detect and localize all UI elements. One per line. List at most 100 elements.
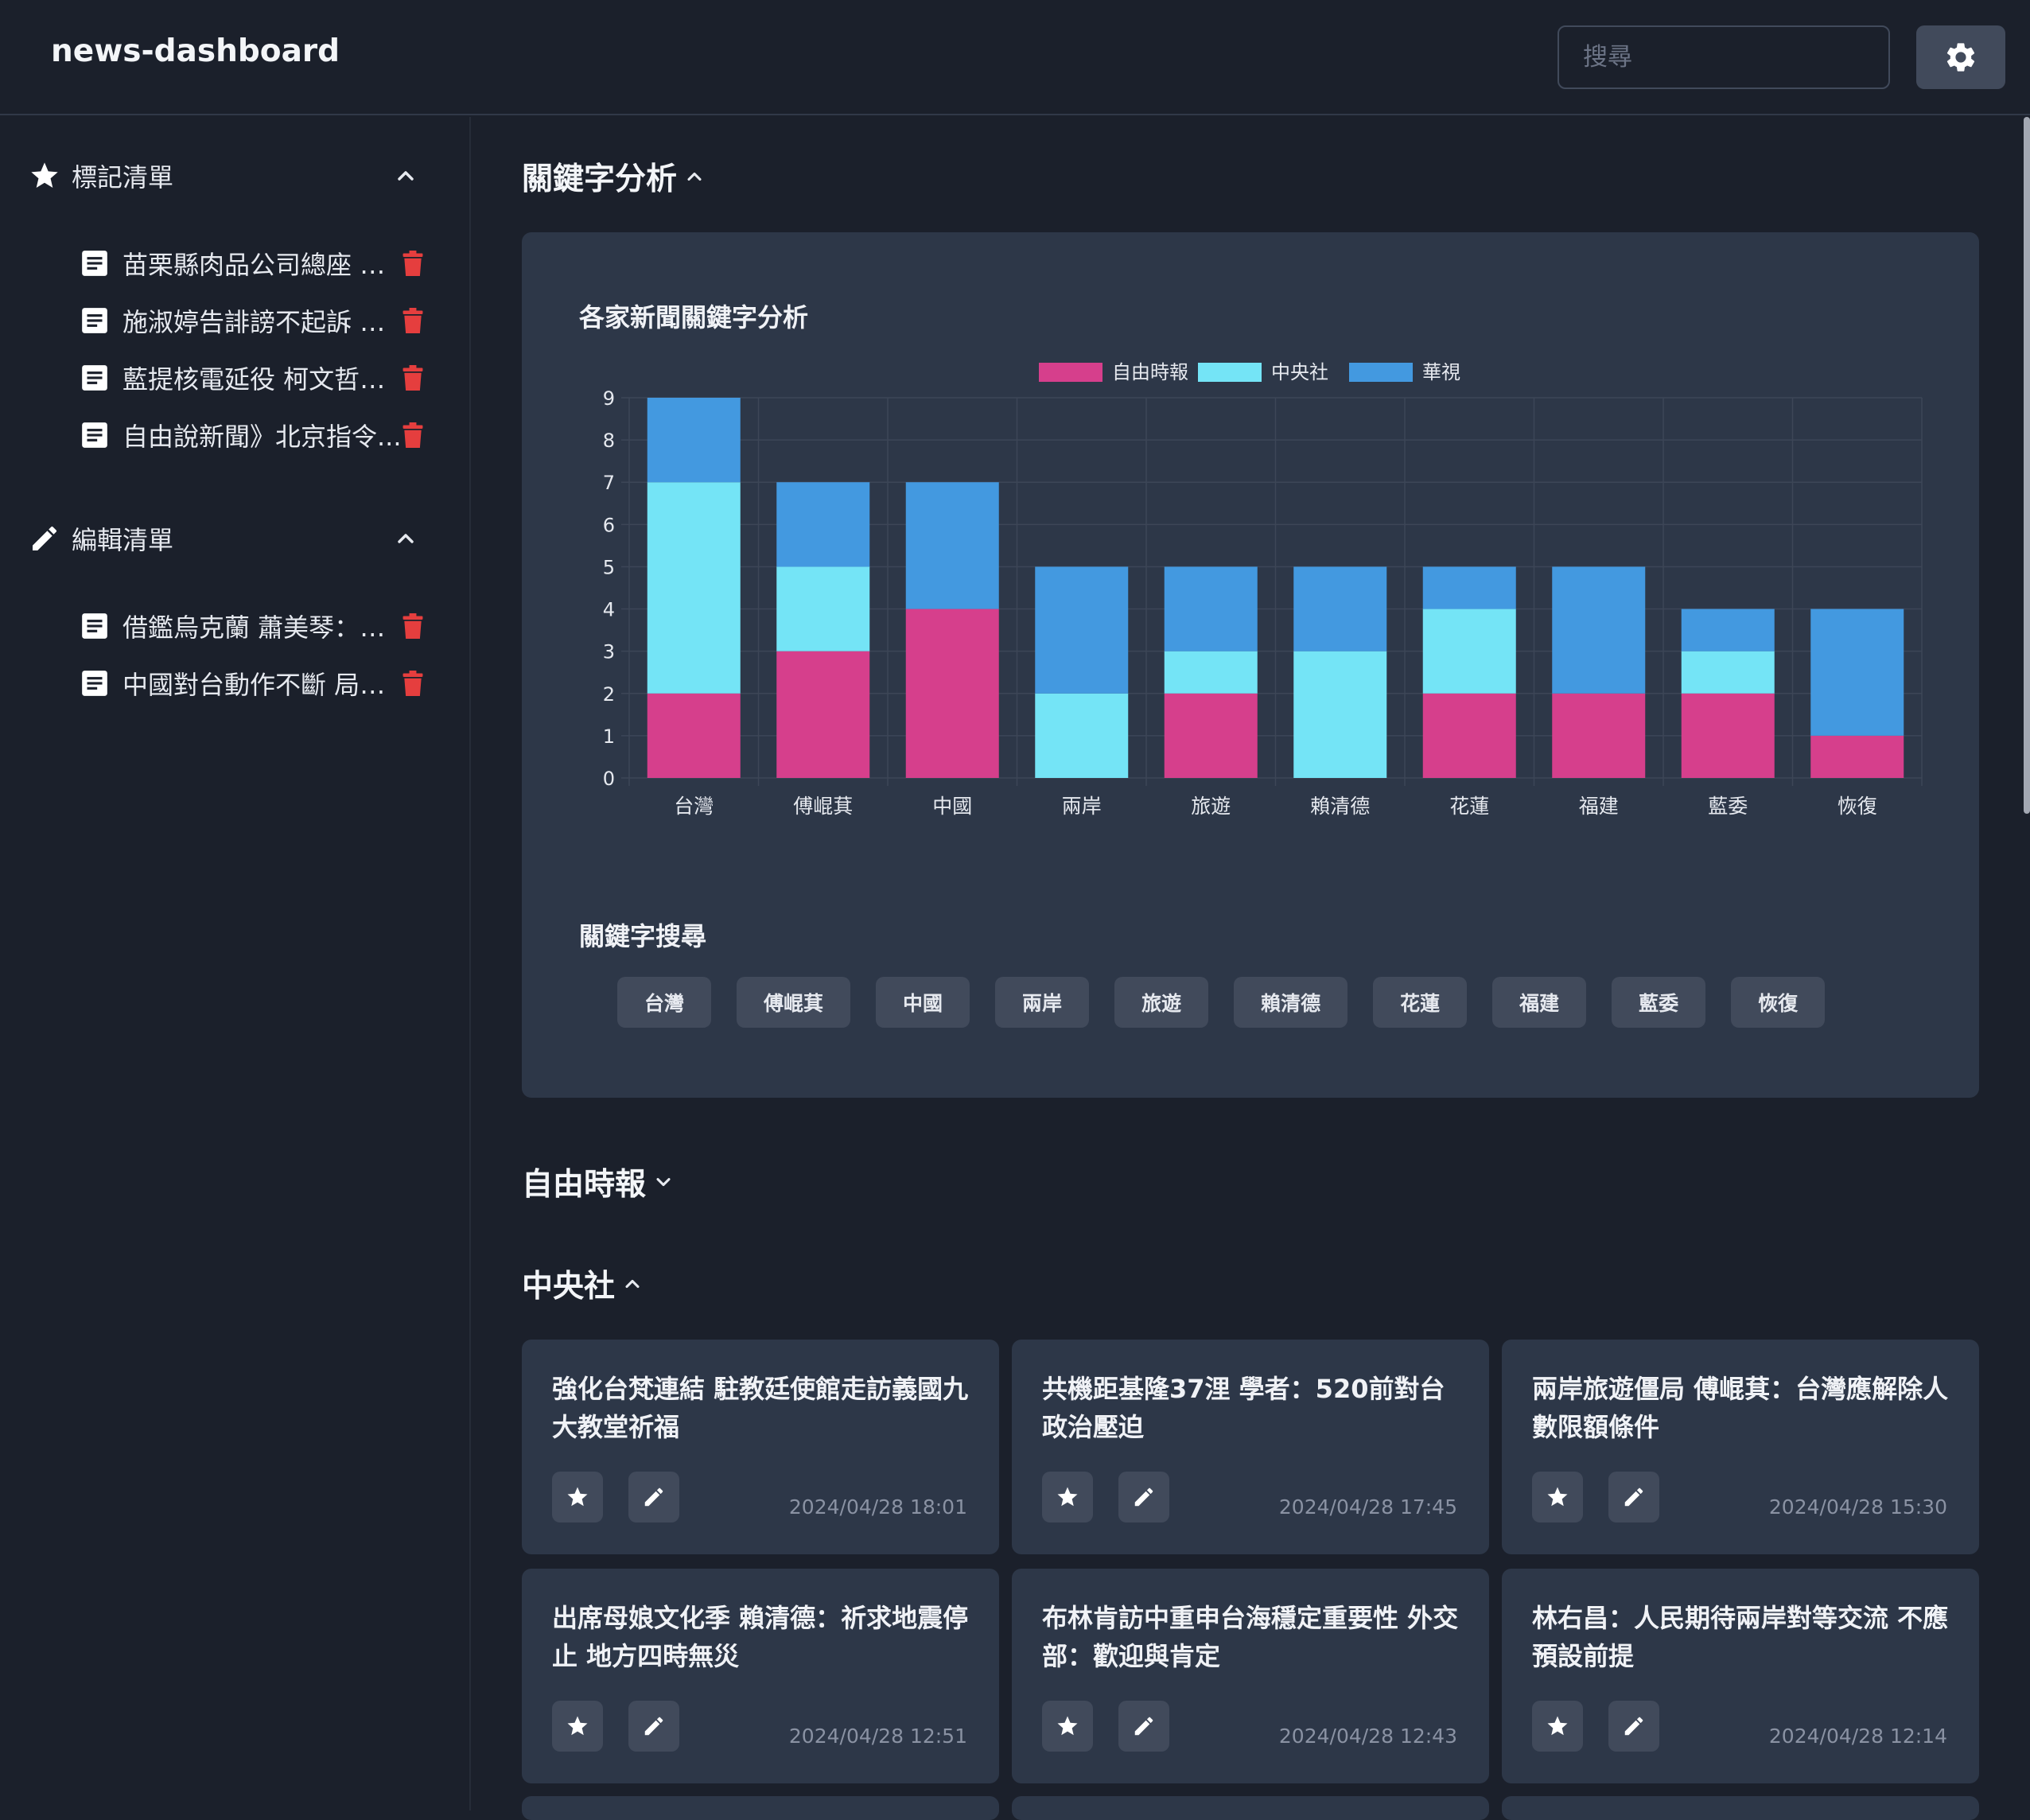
edit-button[interactable] bbox=[1608, 1472, 1659, 1522]
edit-button[interactable] bbox=[628, 1701, 679, 1752]
news-card-date: 2024/04/28 15:30 bbox=[1768, 1495, 1947, 1519]
legend-swatch bbox=[1198, 363, 1262, 382]
bookmark-button[interactable] bbox=[552, 1472, 603, 1522]
keyword-chip[interactable]: 藍委 bbox=[1612, 977, 1706, 1028]
gear-icon bbox=[1946, 43, 1975, 72]
news-card[interactable]: 兩岸旅遊僵局 傅崐萁：台灣應解除人數限額條件 2024/04/28 15:30 bbox=[1502, 1340, 1979, 1554]
source-header-ltn[interactable]: 自由時報 bbox=[522, 1160, 675, 1204]
source-header-cna[interactable]: 中央社 bbox=[522, 1262, 644, 1306]
y-tick-label: 0 bbox=[603, 768, 615, 790]
document-icon bbox=[82, 671, 107, 696]
bookmark-button[interactable] bbox=[552, 1701, 603, 1752]
bar-segment bbox=[1552, 566, 1646, 694]
bookmark-item[interactable]: 苗栗縣肉品公司總座 鍾... bbox=[80, 239, 430, 287]
x-tick-label: 台灣 bbox=[674, 795, 714, 818]
bookmark-button[interactable] bbox=[1042, 1701, 1093, 1752]
keyword-search-title: 關鍵字搜尋 bbox=[579, 921, 707, 951]
trash-icon[interactable] bbox=[402, 422, 423, 448]
news-card-title[interactable]: 林右昌：人民期待兩岸對等交流 不應預設前提 bbox=[1532, 1599, 1954, 1675]
pencil-icon bbox=[1624, 1488, 1643, 1507]
bookmarks-title: 標記清單 bbox=[72, 162, 174, 192]
search-input[interactable] bbox=[1558, 25, 1890, 89]
edit-item-label: 中國對台動作不斷 局部... bbox=[122, 670, 402, 700]
keyword-chip[interactable]: 中國 bbox=[876, 977, 970, 1028]
legend-label: 中央社 bbox=[1271, 361, 1328, 383]
document-icon bbox=[82, 308, 107, 333]
news-card[interactable]: 布林肯訪中重申台海穩定重要性 外交部：歡迎與肯定 2024/04/28 12:43 bbox=[1012, 1569, 1489, 1783]
bar-segment bbox=[1552, 693, 1646, 778]
bookmark-button[interactable] bbox=[1042, 1472, 1093, 1522]
keyword-section-header[interactable]: 關鍵字分析 bbox=[522, 154, 706, 199]
news-card[interactable] bbox=[1012, 1796, 1489, 1820]
news-card[interactable]: 強化台梵連結 駐教廷使館走訪義國九大教堂祈福 2024/04/28 18:01 bbox=[522, 1340, 999, 1554]
bookmark-item-label: 藍提核電延役 柯文哲籲... bbox=[122, 364, 402, 395]
y-tick-label: 1 bbox=[603, 725, 615, 748]
news-card[interactable] bbox=[522, 1796, 999, 1820]
edit-button[interactable] bbox=[1608, 1701, 1659, 1752]
edit-button[interactable] bbox=[1118, 1701, 1169, 1752]
app-title: news-dashboard bbox=[51, 33, 340, 69]
bar-segment bbox=[1422, 609, 1516, 694]
x-tick-label: 兩岸 bbox=[1062, 795, 1102, 818]
star-icon bbox=[27, 158, 62, 193]
bookmark-item[interactable]: 自由說新聞》北京指令... bbox=[80, 411, 430, 459]
bookmark-button[interactable] bbox=[1532, 1701, 1583, 1752]
news-card-title[interactable]: 出席母娘文化季 賴清德：祈求地震停止 地方四時無災 bbox=[552, 1599, 974, 1675]
bookmark-button[interactable] bbox=[1532, 1472, 1583, 1522]
news-card-title[interactable]: 強化台梵連結 駐教廷使館走訪義國九大教堂祈福 bbox=[552, 1370, 974, 1446]
chevron-up-icon[interactable] bbox=[393, 526, 418, 551]
bar-segment bbox=[1810, 735, 1904, 778]
bookmark-item[interactable]: 藍提核電延役 柯文哲籲... bbox=[80, 354, 430, 402]
news-card-date: 2024/04/28 18:01 bbox=[788, 1495, 967, 1519]
bookmarks-header[interactable]: 標記清單 bbox=[27, 152, 425, 200]
keyword-chip[interactable]: 兩岸 bbox=[995, 977, 1090, 1028]
edit-item[interactable]: 借鑑烏克蘭 蕭美琴：台... bbox=[80, 602, 430, 650]
news-card[interactable] bbox=[1502, 1796, 1979, 1820]
keyword-chip[interactable]: 賴清德 bbox=[1234, 977, 1348, 1028]
x-tick-label: 福建 bbox=[1579, 795, 1619, 818]
legend-label: 華視 bbox=[1422, 361, 1460, 383]
trash-icon[interactable] bbox=[402, 613, 423, 639]
keyword-chip[interactable]: 傅崐萁 bbox=[737, 977, 851, 1028]
source-title: 自由時報 bbox=[522, 1167, 647, 1203]
keyword-chip[interactable]: 花蓮 bbox=[1373, 977, 1468, 1028]
edit-button[interactable] bbox=[1118, 1472, 1169, 1522]
document-icon bbox=[82, 251, 107, 276]
bar-segment bbox=[776, 482, 870, 567]
news-card-title[interactable]: 兩岸旅遊僵局 傅崐萁：台灣應解除人數限額條件 bbox=[1532, 1370, 1954, 1446]
news-card[interactable]: 林右昌：人民期待兩岸對等交流 不應預設前提 2024/04/28 12:14 bbox=[1502, 1569, 1979, 1783]
star-icon bbox=[567, 1487, 588, 1507]
bar-segment bbox=[1164, 693, 1258, 778]
star-icon bbox=[1547, 1487, 1568, 1507]
bar-segment bbox=[1293, 651, 1387, 778]
edit-button[interactable] bbox=[628, 1472, 679, 1522]
y-tick-label: 7 bbox=[603, 472, 615, 494]
star-icon bbox=[1057, 1716, 1078, 1736]
trash-icon[interactable] bbox=[402, 251, 423, 276]
bar-segment bbox=[905, 609, 999, 778]
edits-header[interactable]: 編輯清單 bbox=[27, 515, 425, 562]
trash-icon[interactable] bbox=[402, 365, 423, 391]
pencil-icon bbox=[1134, 1488, 1153, 1507]
bar-segment bbox=[1164, 566, 1258, 651]
scrollbar[interactable] bbox=[2024, 117, 2030, 814]
trash-icon[interactable] bbox=[402, 308, 423, 333]
news-card[interactable]: 出席母娘文化季 賴清德：祈求地震停止 地方四時無災 2024/04/28 12:5… bbox=[522, 1569, 999, 1783]
news-card-title[interactable]: 共機距基隆37浬 學者：520前對台政治壓迫 bbox=[1042, 1370, 1464, 1446]
trash-icon[interactable] bbox=[402, 671, 423, 696]
edit-item[interactable]: 中國對台動作不斷 局部... bbox=[80, 659, 430, 707]
settings-button[interactable] bbox=[1916, 25, 2005, 89]
chevron-up-icon[interactable] bbox=[393, 163, 418, 189]
chevron-up-icon bbox=[625, 1279, 640, 1289]
star-icon bbox=[1547, 1716, 1568, 1736]
news-card-title[interactable]: 布林肯訪中重申台海穩定重要性 外交部：歡迎與肯定 bbox=[1042, 1599, 1464, 1675]
keyword-chip[interactable]: 台灣 bbox=[617, 977, 712, 1028]
bar-segment bbox=[647, 693, 741, 778]
chevron-up-icon bbox=[687, 172, 702, 181]
keyword-section-title: 關鍵字分析 bbox=[522, 161, 678, 197]
keyword-chip[interactable]: 福建 bbox=[1492, 977, 1587, 1028]
bookmark-item[interactable]: 施淑婷告誹謗不起訴 林... bbox=[80, 297, 430, 344]
news-card[interactable]: 共機距基隆37浬 學者：520前對台政治壓迫 2024/04/28 17:45 bbox=[1012, 1340, 1489, 1554]
keyword-chip[interactable]: 恢復 bbox=[1731, 977, 1826, 1028]
keyword-chip[interactable]: 旅遊 bbox=[1114, 977, 1209, 1028]
